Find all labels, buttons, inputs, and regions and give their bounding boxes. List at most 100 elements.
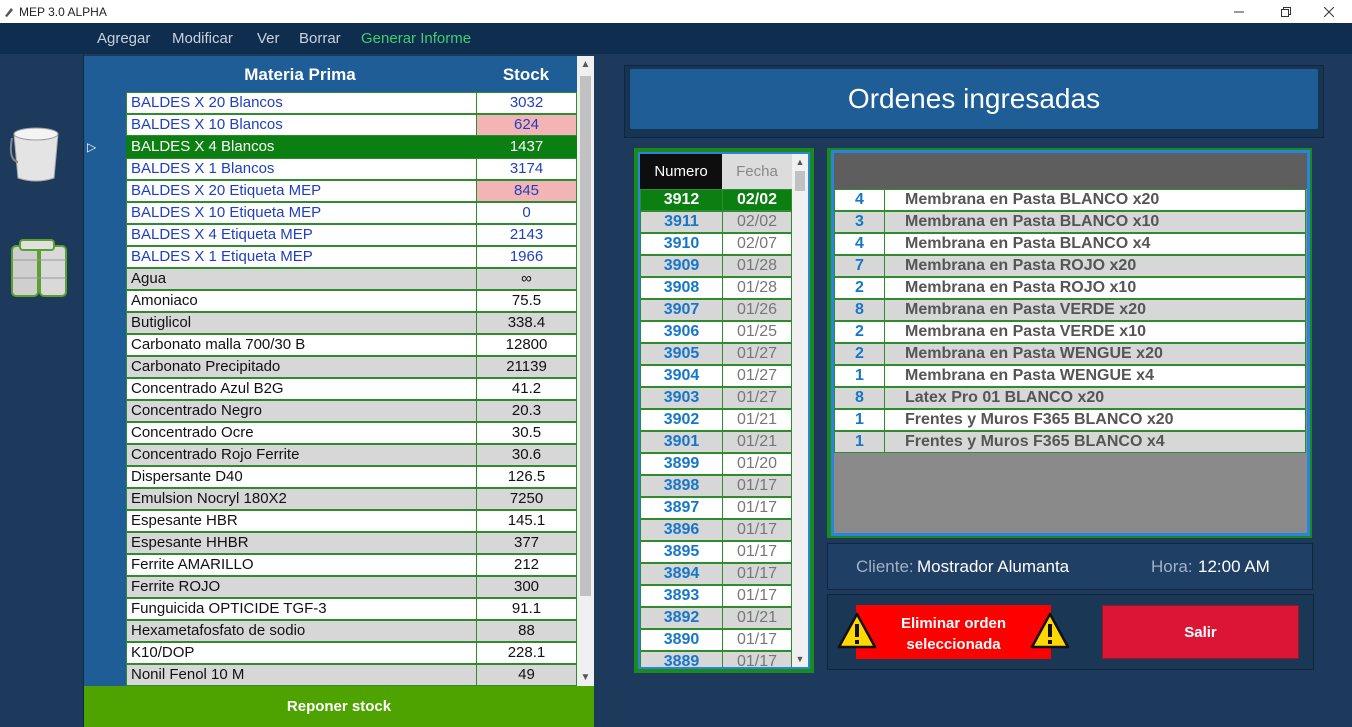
order-fecha[interactable]: 01/17	[722, 519, 792, 541]
row-selector[interactable]	[84, 180, 126, 202]
row-selector[interactable]	[84, 356, 126, 378]
materia-row[interactable]: BALDES X 1 Blancos 3174	[84, 158, 577, 180]
materia-name[interactable]: BALDES X 4 Blancos	[126, 136, 476, 158]
order-fecha[interactable]: 01/20	[722, 453, 792, 475]
materia-stock[interactable]: 624	[476, 114, 577, 136]
detail-row[interactable]: 2 Membrana en Pasta VERDE x10	[834, 321, 1307, 343]
row-selector[interactable]	[84, 290, 126, 312]
minimize-button[interactable]	[1216, 0, 1262, 23]
row-selector[interactable]	[84, 246, 126, 268]
row-selector[interactable]	[84, 488, 126, 510]
materia-row[interactable]: Concentrado Ocre 30.5	[84, 422, 577, 444]
order-numero[interactable]: 3901	[640, 431, 722, 453]
materia-stock[interactable]: 845	[476, 180, 577, 202]
materia-row[interactable]: BALDES X 10 Blancos 624	[84, 114, 577, 136]
scroll-down-icon[interactable]: ▼	[577, 669, 594, 686]
close-button[interactable]	[1306, 0, 1352, 23]
reponer-stock-button[interactable]: Reponer stock	[84, 686, 594, 727]
detail-row[interactable]: 1 Membrana en Pasta WENGUE x4	[834, 365, 1307, 387]
order-fecha[interactable]: 01/17	[722, 541, 792, 563]
materia-stock[interactable]: 20.3	[476, 400, 577, 422]
detail-row[interactable]: 2 Membrana en Pasta WENGUE x20	[834, 343, 1307, 365]
scroll-up-icon[interactable]: ▲	[577, 56, 594, 73]
detail-row[interactable]: 4 Membrana en Pasta BLANCO x4	[834, 233, 1307, 255]
order-numero[interactable]: 3896	[640, 519, 722, 541]
materia-row[interactable]: Amoniaco 75.5	[84, 290, 577, 312]
menu-borrar[interactable]: Borrar	[299, 30, 341, 47]
materia-name[interactable]: Concentrado Azul B2G	[126, 378, 476, 400]
order-numero[interactable]: 3906	[640, 321, 722, 343]
materia-row[interactable]: Espesante HHBR 377	[84, 532, 577, 554]
materia-name[interactable]: Funguicida OPTICIDE TGF-3	[126, 598, 476, 620]
materia-stock[interactable]: 145.1	[476, 510, 577, 532]
row-selector[interactable]	[84, 532, 126, 554]
materia-stock[interactable]: 126.5	[476, 466, 577, 488]
order-numero[interactable]: 3893	[640, 585, 722, 607]
materia-stock[interactable]: 1437	[476, 136, 577, 158]
materia-name[interactable]: Espesante HHBR	[126, 532, 476, 554]
row-selector[interactable]	[84, 378, 126, 400]
row-selector[interactable]	[84, 444, 126, 466]
eliminar-orden-button[interactable]: Eliminar orden seleccionada	[856, 605, 1051, 659]
materia-stock[interactable]: 30.5	[476, 422, 577, 444]
salir-button[interactable]: Salir	[1102, 605, 1299, 659]
orders-scroll-up-icon[interactable]: ▲	[792, 154, 808, 170]
materia-stock[interactable]: 91.1	[476, 598, 577, 620]
materia-name[interactable]: Amoniaco	[126, 290, 476, 312]
materia-row[interactable]: Agua ∞	[84, 268, 577, 290]
order-row[interactable]: 3894 01/17	[640, 563, 808, 585]
materia-row[interactable]: Dispersante D40 126.5	[84, 466, 577, 488]
menu-generar-informe[interactable]: Generar Informe	[361, 30, 471, 47]
order-row[interactable]: 3889 01/17	[640, 651, 808, 667]
materia-stock[interactable]: 0	[476, 202, 577, 224]
materia-stock[interactable]: 1966	[476, 246, 577, 268]
row-selector[interactable]	[84, 576, 126, 598]
materia-stock[interactable]: 377	[476, 532, 577, 554]
row-selector[interactable]	[84, 510, 126, 532]
materia-row[interactable]: Concentrado Rojo Ferrite 30.6	[84, 444, 577, 466]
materia-name[interactable]: Concentrado Negro	[126, 400, 476, 422]
order-numero[interactable]: 3898	[640, 475, 722, 497]
order-row[interactable]: 3897 01/17	[640, 497, 808, 519]
materia-stock[interactable]: 2143	[476, 224, 577, 246]
order-numero[interactable]: 3899	[640, 453, 722, 475]
menu-modificar[interactable]: Modificar	[172, 30, 233, 47]
materia-stock[interactable]: 3174	[476, 158, 577, 180]
col-numero[interactable]: Numero	[640, 154, 722, 189]
materia-row[interactable]: BALDES X 20 Blancos 3032	[84, 92, 577, 114]
orders-scroll-down-icon[interactable]: ▼	[792, 651, 808, 667]
header-materia-prima[interactable]: Materia Prima	[126, 65, 474, 85]
row-selector[interactable]	[84, 202, 126, 224]
materia-row[interactable]: Concentrado Azul B2G 41.2	[84, 378, 577, 400]
bucket-icon[interactable]	[6, 120, 66, 191]
order-row[interactable]: 3890 01/17	[640, 629, 808, 651]
order-fecha[interactable]: 02/02	[722, 189, 792, 211]
order-fecha[interactable]: 01/27	[722, 343, 792, 365]
order-row[interactable]: 3912 02/02	[640, 189, 808, 211]
order-numero[interactable]: 3903	[640, 387, 722, 409]
materia-name[interactable]: BALDES X 20 Blancos	[126, 92, 476, 114]
materia-name[interactable]: Espesante HBR	[126, 510, 476, 532]
materia-stock[interactable]: 212	[476, 554, 577, 576]
row-selector[interactable]: ▷	[84, 136, 126, 158]
order-numero[interactable]: 3895	[640, 541, 722, 563]
order-fecha[interactable]: 01/17	[722, 651, 792, 667]
materia-scrollbar[interactable]: ▲ ▼	[577, 56, 594, 686]
materia-row[interactable]: BALDES X 1 Etiqueta MEP 1966	[84, 246, 577, 268]
detail-row[interactable]: 8 Latex Pro 01 BLANCO x20	[834, 387, 1307, 409]
materia-row[interactable]: BALDES X 4 Etiqueta MEP 2143	[84, 224, 577, 246]
order-row[interactable]: 3893 01/17	[640, 585, 808, 607]
order-numero[interactable]: 3905	[640, 343, 722, 365]
restore-button[interactable]	[1263, 0, 1309, 23]
order-row[interactable]: 3909 01/28	[640, 255, 808, 277]
row-selector[interactable]	[84, 114, 126, 136]
materia-stock[interactable]: 41.2	[476, 378, 577, 400]
order-row[interactable]: 3892 01/21	[640, 607, 808, 629]
order-numero[interactable]: 3907	[640, 299, 722, 321]
order-numero[interactable]: 3890	[640, 629, 722, 651]
order-row[interactable]: 3907 01/26	[640, 299, 808, 321]
materia-stock[interactable]: 7250	[476, 488, 577, 510]
materia-row[interactable]: Concentrado Negro 20.3	[84, 400, 577, 422]
materia-name[interactable]: Carbonato malla 700/30 B	[126, 334, 476, 356]
materia-stock[interactable]: 88	[476, 620, 577, 642]
